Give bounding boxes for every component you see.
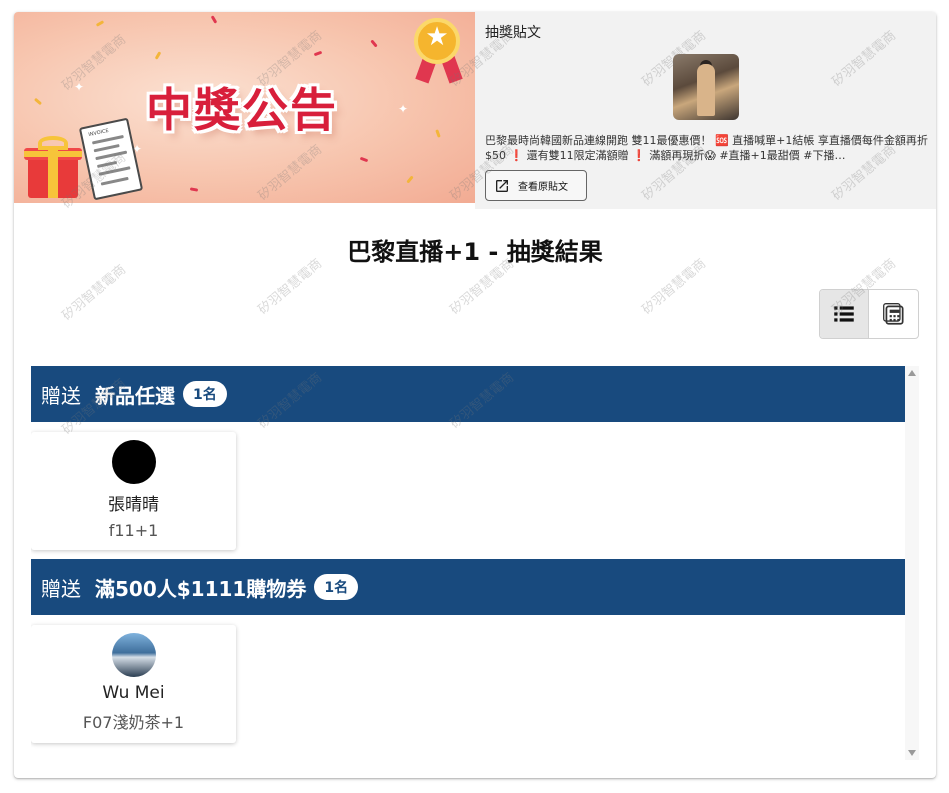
watermark: 矽羽智慧電商	[59, 262, 129, 324]
confetti-icon	[313, 50, 323, 57]
calculator-grid-icon	[882, 303, 904, 325]
confetti-icon	[33, 97, 43, 106]
confetti-icon	[370, 39, 378, 48]
confetti-icon	[154, 51, 162, 60]
confetti-icon	[210, 15, 218, 24]
confetti-icon	[359, 156, 369, 163]
confetti-icon	[189, 187, 199, 192]
avatar	[111, 633, 156, 677]
view-toggle	[819, 289, 919, 339]
winner-name: Wu Mei	[102, 683, 165, 703]
receipt-icon: INVOICE	[78, 117, 144, 201]
winner-list: Wu Mei F07淺奶茶+1	[31, 615, 905, 752]
open-in-new-icon	[496, 179, 508, 192]
results-list[interactable]: 贈送 新品任選 1名 張晴晴 f11+1 贈送 滿500人$1111購物券 1名…	[31, 366, 905, 760]
results-scrollbar[interactable]	[905, 366, 919, 760]
confetti-icon	[406, 175, 414, 184]
confetti-icon	[95, 20, 105, 27]
winner-announcement-banner: ✦ ✦ ✦ INVOICE 中獎公告 ★	[14, 12, 475, 203]
prize-kind: 贈送	[41, 576, 81, 601]
winner-list: 張晴晴 f11+1	[31, 422, 905, 559]
avatar	[111, 440, 156, 484]
winner-card: 張晴晴 f11+1	[31, 432, 236, 550]
lottery-result-card: ✦ ✦ ✦ INVOICE 中獎公告 ★ 抽獎貼文 巴黎最時尚韓國新品連線開跑 …	[14, 12, 936, 778]
post-thumbnail	[673, 54, 739, 120]
prize-kind: 贈送	[41, 383, 81, 408]
winner-count-badge: 1名	[183, 381, 227, 407]
prize-name: 新品任選	[95, 383, 175, 408]
post-panel-title: 抽獎貼文	[485, 25, 541, 41]
lottery-post-panel: 抽獎貼文 巴黎最時尚韓國新品連線開跑 雙11最優惠價！ 🆘 直播喊單+1結帳 享…	[475, 12, 936, 209]
list-icon	[834, 306, 854, 322]
winner-count-badge: 1名	[314, 574, 359, 600]
scroll-up-arrow-icon[interactable]	[908, 370, 916, 376]
prize-header: 贈送 滿500人$1111購物券 1名	[31, 559, 905, 615]
winner-comment: f11+1	[108, 521, 159, 540]
prize-name: 滿500人$1111購物券	[95, 576, 307, 601]
prize-header: 贈送 新品任選 1名	[31, 366, 905, 422]
sparkle-icon: ✦	[74, 80, 85, 94]
award-medal-icon: ★	[412, 18, 466, 84]
winner-name: 張晴晴	[108, 495, 159, 515]
page-title: 巴黎直播+1 - 抽獎結果	[347, 238, 603, 266]
grid-view-button[interactable]	[869, 290, 918, 338]
receipt-label: INVOICE	[87, 127, 110, 139]
scroll-down-arrow-icon[interactable]	[908, 750, 916, 756]
confetti-icon	[435, 129, 441, 138]
winner-comment: F07淺奶茶+1	[82, 713, 185, 732]
banner-title: 中獎公告	[146, 83, 338, 137]
view-original-post-button[interactable]: 查看原貼文	[485, 170, 587, 201]
winner-card: Wu Mei F07淺奶茶+1	[31, 625, 236, 743]
post-text: 巴黎最時尚韓國新品連線開跑 雙11最優惠價！ 🆘 直播喊單+1結帳 享直播價每件…	[485, 134, 928, 162]
list-view-button[interactable]	[820, 290, 870, 338]
sparkle-icon: ✦	[398, 102, 409, 116]
view-original-post-label: 查看原貼文	[518, 182, 568, 193]
gift-box-icon	[24, 136, 82, 198]
